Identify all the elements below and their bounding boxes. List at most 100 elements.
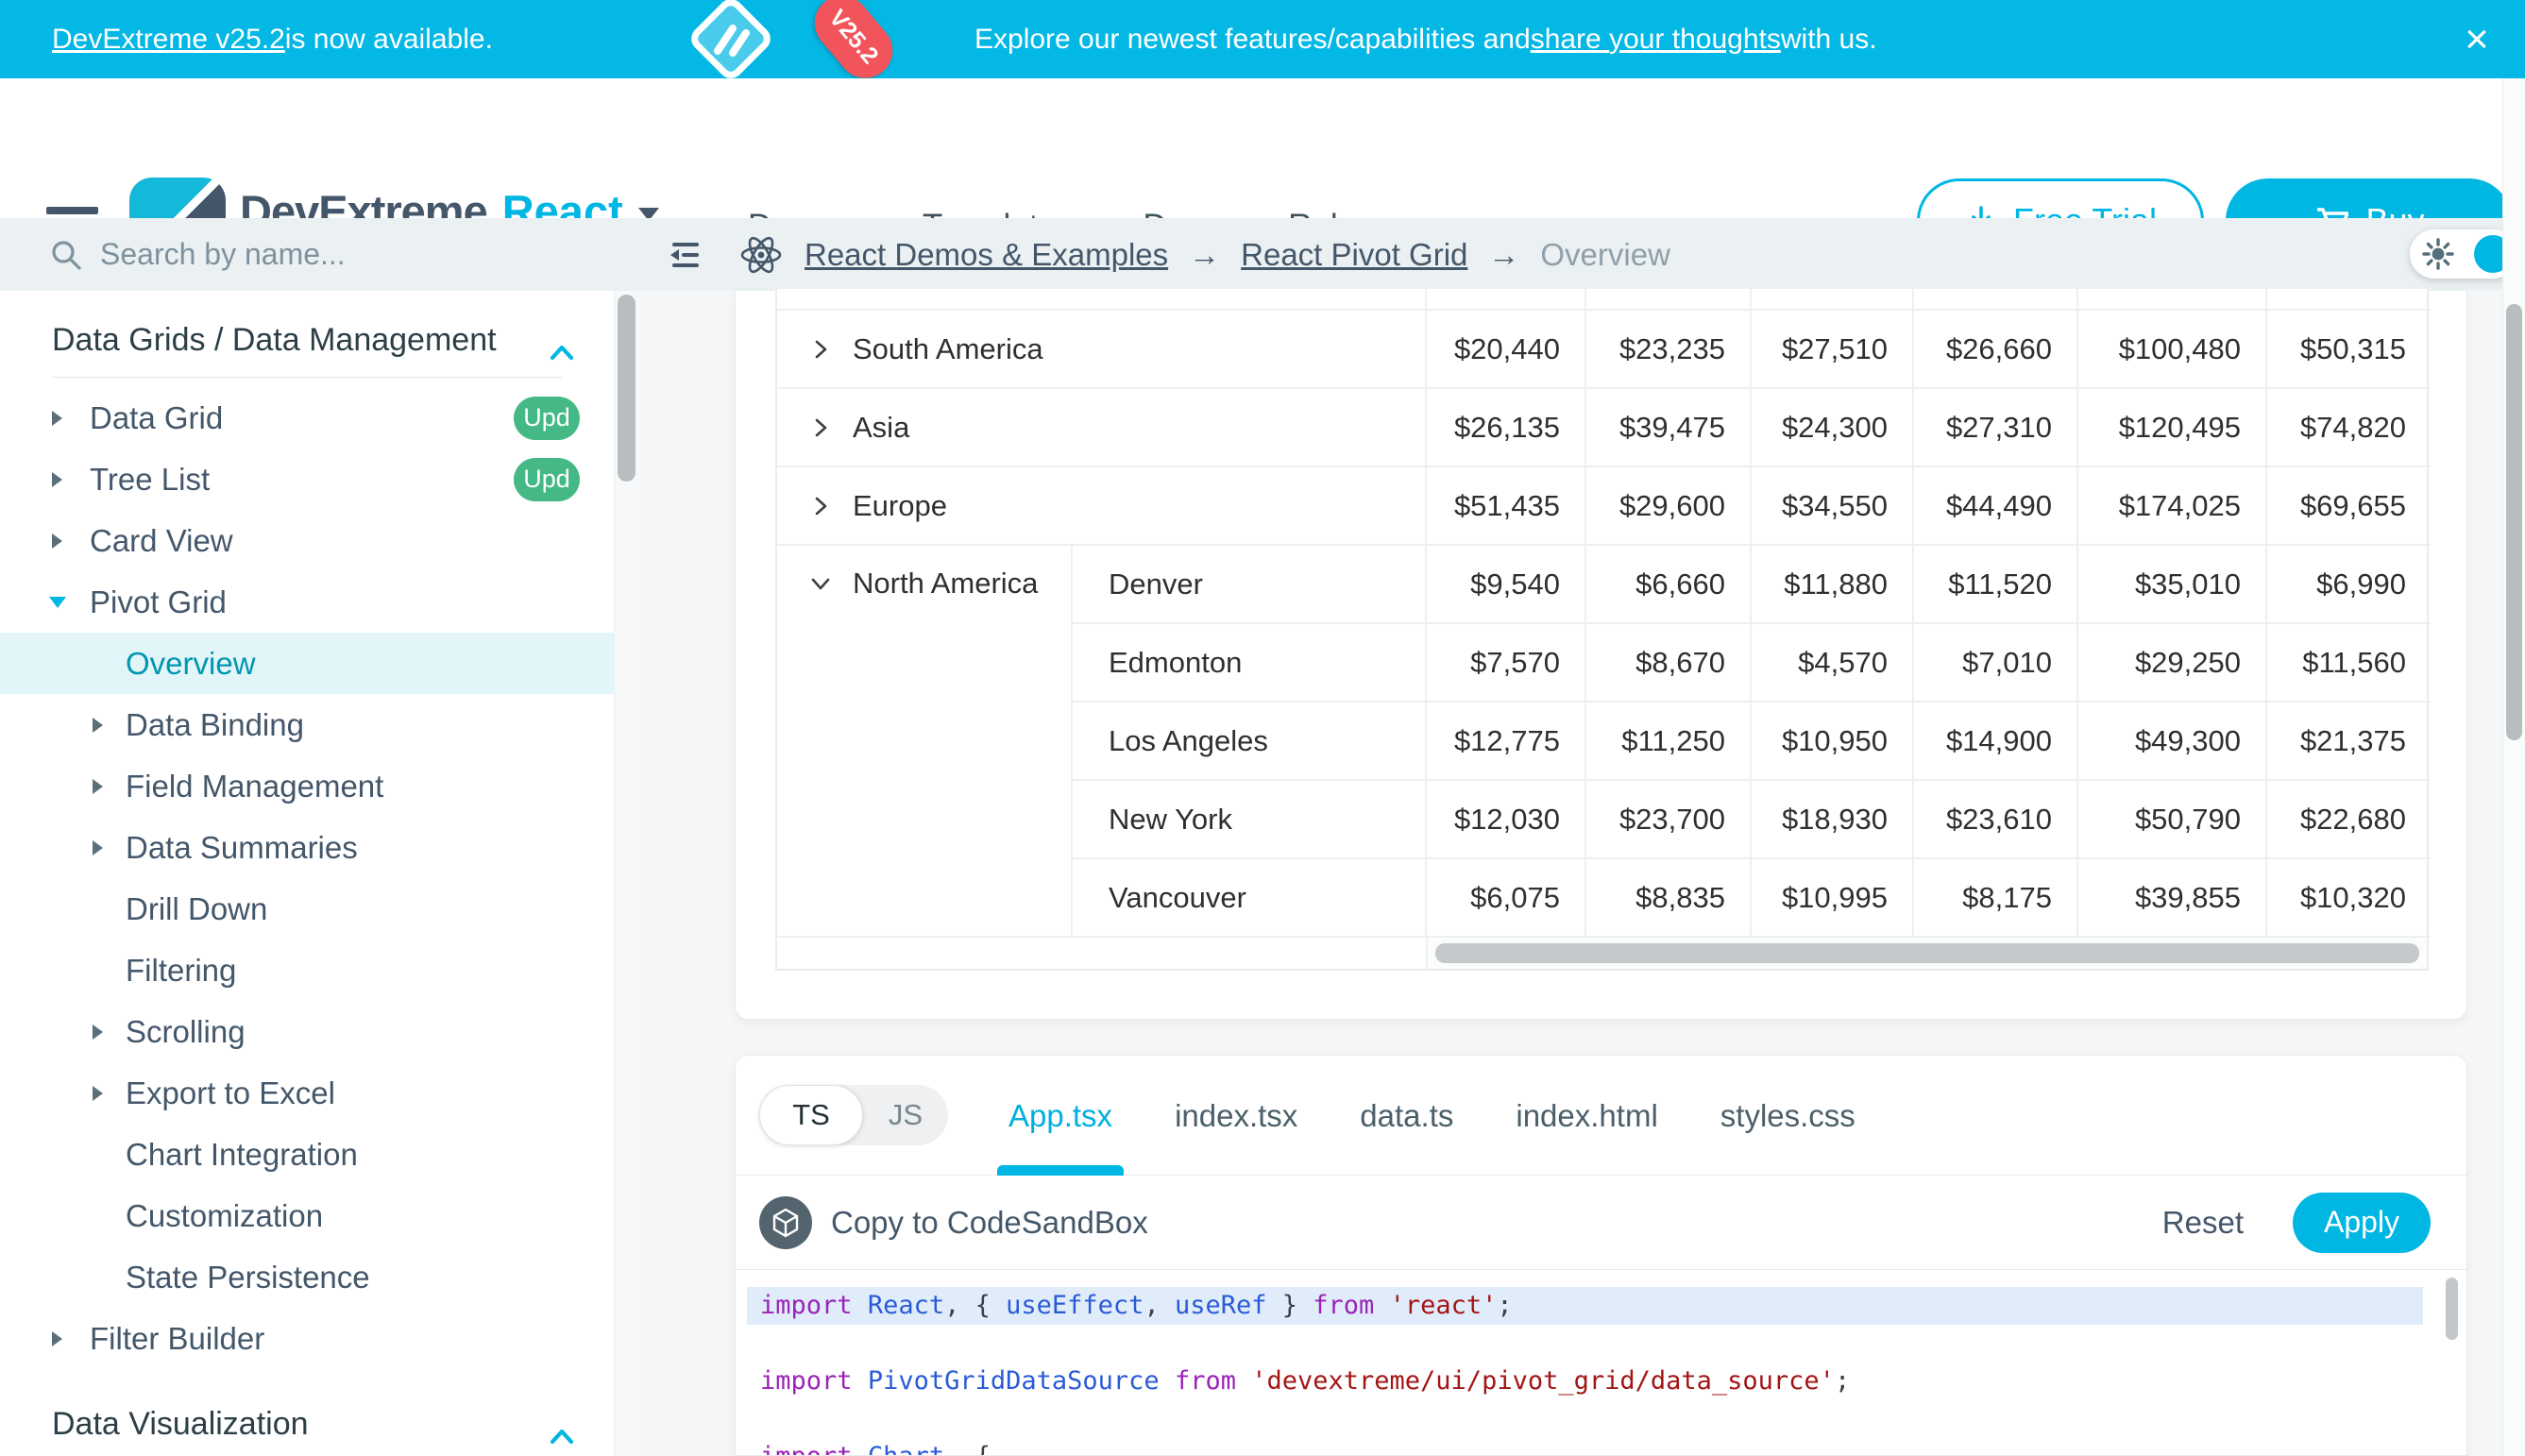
sidebar-item-customization[interactable]: Customization: [0, 1185, 614, 1246]
code-line: [747, 1400, 2423, 1438]
pivot-value-cell: $120,495: [2077, 388, 2266, 466]
sidebar-item-label: Chart Integration: [126, 1137, 358, 1173]
sidebar-item-overview[interactable]: Overview: [0, 633, 614, 694]
sidebar-search[interactable]: [0, 218, 628, 291]
apply-button[interactable]: Apply: [2293, 1193, 2431, 1253]
pivot-row-europe: Europe$51,435$29,600$34,550$44,490$174,0…: [777, 466, 2431, 545]
sidebar-item-label: Drill Down: [126, 891, 267, 927]
page-scrollbar-thumb[interactable]: [2506, 304, 2522, 740]
pivot-hscroll-track[interactable]: [1426, 938, 2427, 969]
sidebar-item-chart-integration[interactable]: Chart Integration: [0, 1124, 614, 1185]
code-token: Chart: [868, 1442, 944, 1456]
sidebar-item-data-summaries[interactable]: Data Summaries: [0, 817, 614, 878]
diamond-icon: [646, 0, 816, 78]
pivot-row-label[interactable]: South America: [777, 310, 1426, 388]
tab-index-tsx[interactable]: index.tsx: [1175, 1056, 1297, 1176]
sidebar-item-filtering[interactable]: Filtering: [0, 940, 614, 1001]
pivot-row-label[interactable]: North America: [777, 545, 1072, 937]
expand-arrow-icon[interactable]: [52, 1331, 62, 1346]
expand-arrow-icon[interactable]: [93, 1024, 103, 1040]
expand-arrow-icon[interactable]: [52, 472, 62, 487]
chevron-up-icon[interactable]: [550, 344, 574, 361]
lang-option-ts[interactable]: TS: [759, 1085, 863, 1145]
pivot-value-cell: $18,930: [1751, 780, 1913, 858]
expand-row-icon[interactable]: [807, 415, 834, 441]
chevron-up-icon[interactable]: [550, 1428, 574, 1445]
sidebar-item-export-to-excel[interactable]: Export to Excel: [0, 1062, 614, 1124]
sidebar-item-label: State Persistence: [126, 1260, 370, 1295]
pivot-value-cell: $27,310: [1913, 388, 2077, 466]
collapse-arrow-icon[interactable]: [49, 597, 66, 608]
pivot-value-cell: $7,570: [1426, 623, 1585, 702]
sidebar-group-data-visualization[interactable]: Data Visualization: [0, 1396, 614, 1452]
demo-sidebar: Data Grids / Data Management Data GridUpd…: [0, 291, 614, 1456]
sidebar-item-filter-builder[interactable]: Filter Builder: [0, 1308, 614, 1369]
sidebar-scrollbar-thumb[interactable]: [618, 295, 635, 482]
share-thoughts-link[interactable]: share your thoughts: [1531, 24, 1781, 56]
expand-arrow-icon[interactable]: [93, 1086, 103, 1101]
pivot-value-cell: $39,475: [1585, 388, 1751, 466]
sidebar-item-label: Field Management: [126, 769, 383, 804]
breadcrumb-current: Overview: [1540, 237, 1670, 273]
tab-app-tsx[interactable]: App.tsx: [1008, 1056, 1112, 1176]
expand-arrow-icon[interactable]: [52, 411, 62, 426]
sidebar-item-card-view[interactable]: Card View: [0, 510, 614, 571]
pivot-row-label[interactable]: Asia: [777, 388, 1426, 466]
breadcrumb-link-pivot-grid[interactable]: React Pivot Grid: [1241, 237, 1467, 273]
pivot-row-label[interactable]: Europe: [777, 466, 1426, 545]
tab-data-ts[interactable]: data.ts: [1360, 1056, 1453, 1176]
collapse-row-icon[interactable]: [807, 570, 834, 597]
copy-to-codesandbox-label[interactable]: Copy to CodeSandBox: [831, 1205, 1148, 1241]
expand-arrow-icon[interactable]: [93, 840, 103, 855]
banner-close-icon[interactable]: ×: [2453, 0, 2500, 78]
page-scrollbar-track[interactable]: [2502, 78, 2525, 1456]
code-token: , {: [944, 1291, 1006, 1320]
language-toggle[interactable]: TS JS: [759, 1085, 948, 1145]
reset-button[interactable]: Reset: [2162, 1205, 2244, 1241]
theme-toggle[interactable]: [2410, 229, 2517, 279]
pivot-value-cell: $12,775: [1426, 702, 1585, 780]
search-input[interactable]: [100, 237, 553, 272]
chevron-up-icon[interactable]: [550, 332, 574, 369]
expand-row-icon[interactable]: [807, 493, 834, 519]
collapse-sidebar-icon[interactable]: [663, 236, 704, 274]
city-label: Vancouver: [1072, 858, 1426, 937]
breadcrumb-link-demos[interactable]: React Demos & Examples: [805, 237, 1168, 273]
expand-row-icon[interactable]: [807, 336, 834, 363]
sidebar-group-data-grids-data-management[interactable]: Data Grids / Data Management: [0, 312, 614, 368]
lang-option-js[interactable]: JS: [863, 1085, 948, 1145]
codesandbox-icon[interactable]: [759, 1196, 812, 1249]
pivot-row-asia: Asia$26,135$39,475$24,300$27,310$120,495…: [777, 388, 2431, 466]
sidebar-item-data-binding[interactable]: Data Binding: [0, 694, 614, 755]
banner-version-link[interactable]: DevExtreme v25.2: [52, 24, 285, 56]
sidebar-item-label: Customization: [126, 1198, 323, 1234]
code-scrollbar-thumb[interactable]: [2446, 1278, 2458, 1340]
sidebar-item-state-persistence[interactable]: State Persistence: [0, 1246, 614, 1308]
sidebar-item-drill-down[interactable]: Drill Down: [0, 878, 614, 940]
breadcrumb: React Demos & Examples → React Pivot Gri…: [663, 218, 1670, 291]
banner-release-text: is now available.: [285, 24, 493, 56]
pivot-value-cell: $34,550: [1751, 466, 1913, 545]
pivot-value-cell: $23,610: [1913, 780, 2077, 858]
expand-arrow-icon[interactable]: [52, 533, 62, 549]
code-token: ;: [1497, 1291, 1512, 1320]
pivot-value-cell: $11,250: [1585, 702, 1751, 780]
sidebar-item-scrolling[interactable]: Scrolling: [0, 1001, 614, 1062]
sidebar-item-pivot-grid[interactable]: Pivot Grid: [0, 571, 614, 633]
pivot-value-cell: $6,660: [1585, 545, 1751, 623]
chevron-up-icon[interactable]: [550, 1416, 574, 1453]
pivot-grid-demo-card: South America$20,440$23,235$27,510$26,66…: [735, 291, 2467, 1020]
tab-index-html[interactable]: index.html: [1516, 1056, 1657, 1176]
code-editor[interactable]: import React, { useEffect, useRef } from…: [736, 1270, 2466, 1456]
sidebar-item-data-grid[interactable]: Data GridUpd: [0, 387, 614, 449]
expand-arrow-icon[interactable]: [93, 779, 103, 794]
expand-arrow-icon[interactable]: [93, 718, 103, 733]
pivot-hscroll-thumb[interactable]: [1435, 943, 2419, 963]
code-token: [1236, 1366, 1251, 1396]
pivot-hscroll: [777, 938, 2427, 969]
tab-styles-css[interactable]: styles.css: [1720, 1056, 1856, 1176]
sidebar-item-tree-list[interactable]: Tree ListUpd: [0, 449, 614, 510]
tab-label: data.ts: [1360, 1098, 1453, 1134]
sidebar-item-field-management[interactable]: Field Management: [0, 755, 614, 817]
code-line: import PivotGridDataSource from 'devextr…: [747, 1363, 2423, 1400]
